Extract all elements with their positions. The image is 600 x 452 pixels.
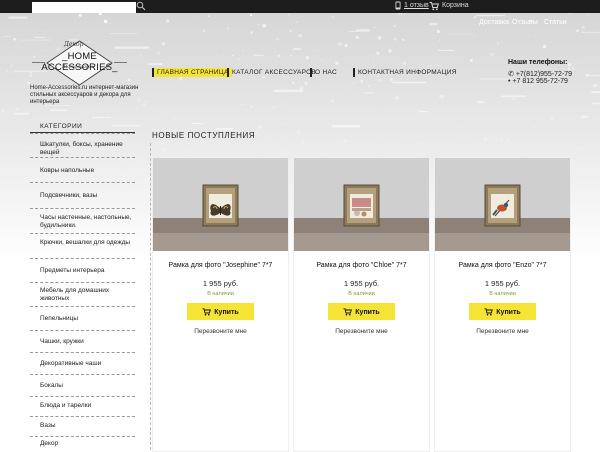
stock-status: В наличии bbox=[348, 291, 375, 297]
handset-icon: ✆ bbox=[508, 71, 514, 78]
callback-link[interactable]: Перезвоните мне bbox=[153, 328, 288, 335]
sidebar-item-candlesticks[interactable]: Подсвечники, вазы bbox=[30, 182, 135, 209]
product-photo[interactable] bbox=[153, 158, 288, 251]
buy-button[interactable]: Купить bbox=[328, 303, 395, 320]
buy-label: Купить bbox=[355, 308, 380, 316]
sidebar-item-glasses[interactable]: Бокалы bbox=[30, 374, 135, 397]
product-photo[interactable] bbox=[435, 158, 570, 251]
search-input[interactable] bbox=[32, 2, 136, 13]
product-name[interactable]: Рамка для фото "Enzo" 7*7 bbox=[435, 262, 570, 269]
sidebar-item-hooks[interactable]: Крючки, вешалки для одежды bbox=[30, 233, 135, 259]
product-name[interactable]: Рамка для фото "Josephine" 7*7 bbox=[153, 262, 288, 269]
product-photo[interactable] bbox=[294, 158, 429, 251]
top-bar: 1 отзыв Корзина bbox=[0, 0, 600, 13]
content-divider bbox=[150, 143, 151, 450]
phones-title: Наши телефоны: bbox=[508, 59, 568, 66]
sidebar-item-ashtrays[interactable]: Пепельницы bbox=[30, 306, 135, 331]
sidebar-item-vases[interactable]: Вазы bbox=[30, 416, 135, 437]
search-icon[interactable] bbox=[136, 1, 146, 11]
callback-link[interactable]: Перезвоните мне bbox=[294, 328, 429, 335]
phone-number: ✆ +7(812)955-72-79 bbox=[508, 71, 573, 78]
buy-button[interactable]: Купить bbox=[469, 303, 536, 320]
reviews-link[interactable]: 1 отзыв bbox=[404, 2, 429, 9]
cart-icon bbox=[484, 307, 494, 315]
nav-about[interactable]: О НАС bbox=[310, 68, 340, 77]
sidebar-item-interior[interactable]: Предметы интерьера bbox=[30, 258, 135, 283]
logo-top-text: Декор bbox=[64, 41, 84, 48]
sidebar-item-cups[interactable]: Чашки, кружки bbox=[30, 330, 135, 353]
buy-label: Купить bbox=[496, 308, 521, 316]
callback-link[interactable]: Перезвоните мне bbox=[435, 328, 570, 335]
topnav-delivery[interactable]: Доставка bbox=[479, 19, 509, 26]
nav-contacts[interactable]: КОНТАКТНАЯ ИНФОРМАЦИЯ bbox=[353, 68, 460, 77]
product-price: 1 955 руб. bbox=[484, 279, 521, 288]
buy-label: Купить bbox=[214, 308, 239, 316]
sidebar-item-pet-furniture[interactable]: Мебель для домашних животных bbox=[30, 282, 135, 307]
product-card[interactable]: Рамка для фото "Enzo" 7*7 1 955 руб. В нал… bbox=[434, 157, 571, 452]
product-card[interactable]: Рамка для фото "Josephine" 7*7 1 955 руб.… bbox=[152, 157, 289, 452]
product-price: 1 955 руб. bbox=[202, 279, 239, 288]
cart-icon bbox=[202, 307, 212, 315]
nav-catalog[interactable]: КАТАЛОГ АКСЕССУАРОВ bbox=[227, 68, 319, 77]
cart-icon[interactable] bbox=[429, 1, 439, 11]
sidebar-item-boxes[interactable]: Шкатулки, боксы, хранение вещей bbox=[30, 133, 135, 158]
product-name[interactable]: Рамка для фото "Chloe" 7*7 bbox=[294, 262, 429, 269]
topnav-reviews[interactable]: Отзывы bbox=[512, 19, 538, 26]
cart-icon bbox=[343, 307, 353, 315]
category-list: Шкатулки, боксы, хранение вещей Ковры на… bbox=[30, 132, 135, 447]
product-card[interactable]: Рамка для фото "Chloe" 7*7 1 955 руб. В на… bbox=[293, 157, 430, 452]
nav-home[interactable]: ГЛАВНАЯ СТРАНИЦА bbox=[152, 68, 232, 77]
logo-bottom-text: Аксессуары bbox=[62, 64, 94, 70]
sidebar-item-plates[interactable]: Блюда и тарелки bbox=[30, 396, 135, 417]
stock-status: В наличии bbox=[207, 291, 234, 297]
sidebar-item-carpets[interactable]: Ковры напольные bbox=[30, 157, 135, 183]
phone-icon bbox=[395, 1, 401, 10]
bullet-icon: • bbox=[508, 78, 511, 85]
stock-status: В наличии bbox=[489, 291, 516, 297]
buy-button[interactable]: Купить bbox=[187, 303, 254, 320]
sidebar-title: КАТЕГОРИИ bbox=[40, 123, 83, 130]
product-price: 1 955 руб. bbox=[343, 279, 380, 288]
topnav-articles[interactable]: Статьи bbox=[544, 19, 567, 26]
tagline: Home-Accessories.ru интернет-магазин сти… bbox=[30, 85, 139, 105]
phone-number: • +7 812 955-72-79 bbox=[508, 78, 568, 85]
cart-link[interactable]: Корзина bbox=[442, 2, 469, 9]
sidebar-item-clocks[interactable]: Часы настенные, настольные, будильники. bbox=[30, 208, 135, 234]
section-title: НОВЫЕ ПОСТУПЛЕНИЯ bbox=[152, 131, 256, 140]
sidebar-item-bowls[interactable]: Декоративные чаши bbox=[30, 352, 135, 375]
